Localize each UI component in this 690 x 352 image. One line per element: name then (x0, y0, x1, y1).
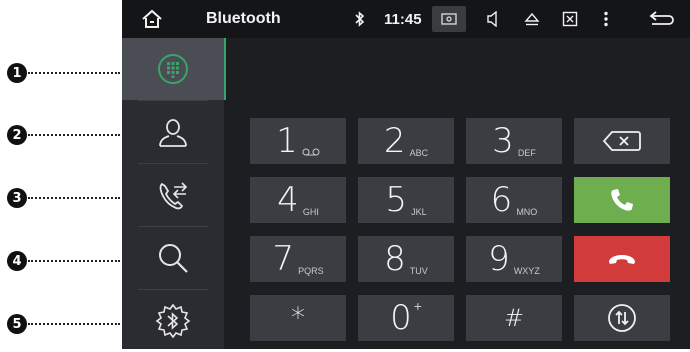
home-button[interactable] (132, 0, 172, 38)
key-1[interactable]: 1 (250, 118, 346, 164)
sidebar-item-contacts[interactable] (122, 101, 224, 163)
sidebar-item-bluetooth-settings[interactable] (122, 290, 224, 352)
screenshot-button[interactable] (432, 6, 466, 32)
eject-icon (524, 12, 540, 26)
status-bar: Bluetooth 11:45 (122, 0, 690, 38)
key-8[interactable]: 8 TUV (358, 236, 454, 282)
key-6[interactable]: 6 MNO (466, 177, 562, 223)
key-digit: 6 (490, 180, 513, 220)
person-icon (159, 119, 187, 147)
callout-3: 3 (7, 188, 27, 208)
back-icon (649, 11, 674, 25)
dialpad-icon (158, 54, 188, 84)
volume-icon (487, 11, 497, 27)
callout-leader-2 (28, 134, 120, 136)
screenshot-icon (441, 13, 457, 25)
key-4[interactable]: 4 GHI (250, 177, 346, 223)
key-digit: 1 (276, 121, 298, 161)
key-letters: GHI (302, 207, 319, 217)
backspace-button[interactable] (574, 118, 670, 164)
volume-button[interactable] (479, 0, 507, 38)
key-letters: ABC (409, 148, 429, 158)
key-letters: DEF (517, 148, 536, 158)
key-2[interactable]: 2 ABC (358, 118, 454, 164)
key-digit: 3 (492, 121, 514, 161)
key-digit: 4 (277, 180, 299, 220)
back-button[interactable] (642, 0, 682, 38)
key-digit: 5 (385, 180, 408, 220)
callout-leader-5 (28, 323, 120, 325)
key-5[interactable]: 5 JKL (358, 177, 454, 223)
key-hash[interactable]: # (466, 295, 562, 341)
eject-button[interactable] (517, 0, 547, 38)
phone-icon (611, 189, 633, 211)
key-letters: PQRS (298, 266, 324, 276)
key-9[interactable]: 9 WXYZ (466, 236, 562, 282)
key-digit: 2 (383, 121, 406, 161)
backspace-icon (602, 131, 641, 151)
key-3[interactable]: 3 DEF (466, 118, 562, 164)
key-digit: 7 (272, 239, 295, 279)
callout-5: 5 (7, 314, 27, 334)
phone-transfer-icon (159, 182, 188, 210)
key-letters: MNO (516, 207, 538, 217)
key-digit: * (291, 301, 305, 334)
key-7[interactable]: 7 PQRS (250, 236, 346, 282)
more-vert-icon (604, 11, 608, 27)
call-button[interactable] (574, 177, 670, 223)
sidebar (122, 38, 224, 349)
key-digit: 9 (488, 239, 510, 279)
sidebar-item-search[interactable] (122, 227, 224, 289)
hangup-button[interactable] (574, 236, 670, 282)
head-unit-screen: Bluetooth 11:45 1 2 ABC 3 DEF 4 GHI 5 JK… (122, 0, 690, 349)
close-app-icon (562, 11, 578, 27)
dialed-number-display (226, 38, 690, 100)
bluetooth-gear-icon (155, 303, 191, 339)
home-icon (142, 9, 162, 28)
callout-leader-1 (28, 72, 120, 74)
transfer-audio-button[interactable] (574, 295, 670, 341)
callout-2: 2 (7, 125, 27, 145)
app-title: Bluetooth (206, 10, 281, 27)
voicemail-icon (302, 148, 320, 158)
clock: 11:45 (384, 10, 422, 28)
key-letters: + (413, 298, 422, 314)
callout-1: 1 (7, 63, 27, 83)
key-letters: TUV (409, 266, 428, 276)
key-0[interactable]: 0 + (358, 295, 454, 341)
key-digit: 8 (384, 239, 406, 279)
hangup-icon (609, 255, 635, 264)
callout-leader-3 (28, 197, 120, 199)
swap-vertical-icon (608, 304, 636, 332)
callout-leader-4 (28, 260, 120, 262)
key-star[interactable]: * (250, 295, 346, 341)
close-app-button[interactable] (555, 0, 585, 38)
more-options-button[interactable] (594, 0, 618, 38)
callout-4: 4 (7, 251, 27, 271)
sidebar-item-dialpad[interactable] (122, 38, 224, 100)
key-digit: 0 (390, 298, 412, 338)
sidebar-item-call-log[interactable] (122, 164, 224, 226)
key-letters: JKL (411, 207, 427, 217)
key-letters: WXYZ (513, 266, 540, 276)
key-digit: # (503, 304, 525, 332)
bluetooth-status (348, 0, 372, 38)
search-icon (159, 244, 188, 273)
bluetooth-icon (355, 11, 365, 27)
